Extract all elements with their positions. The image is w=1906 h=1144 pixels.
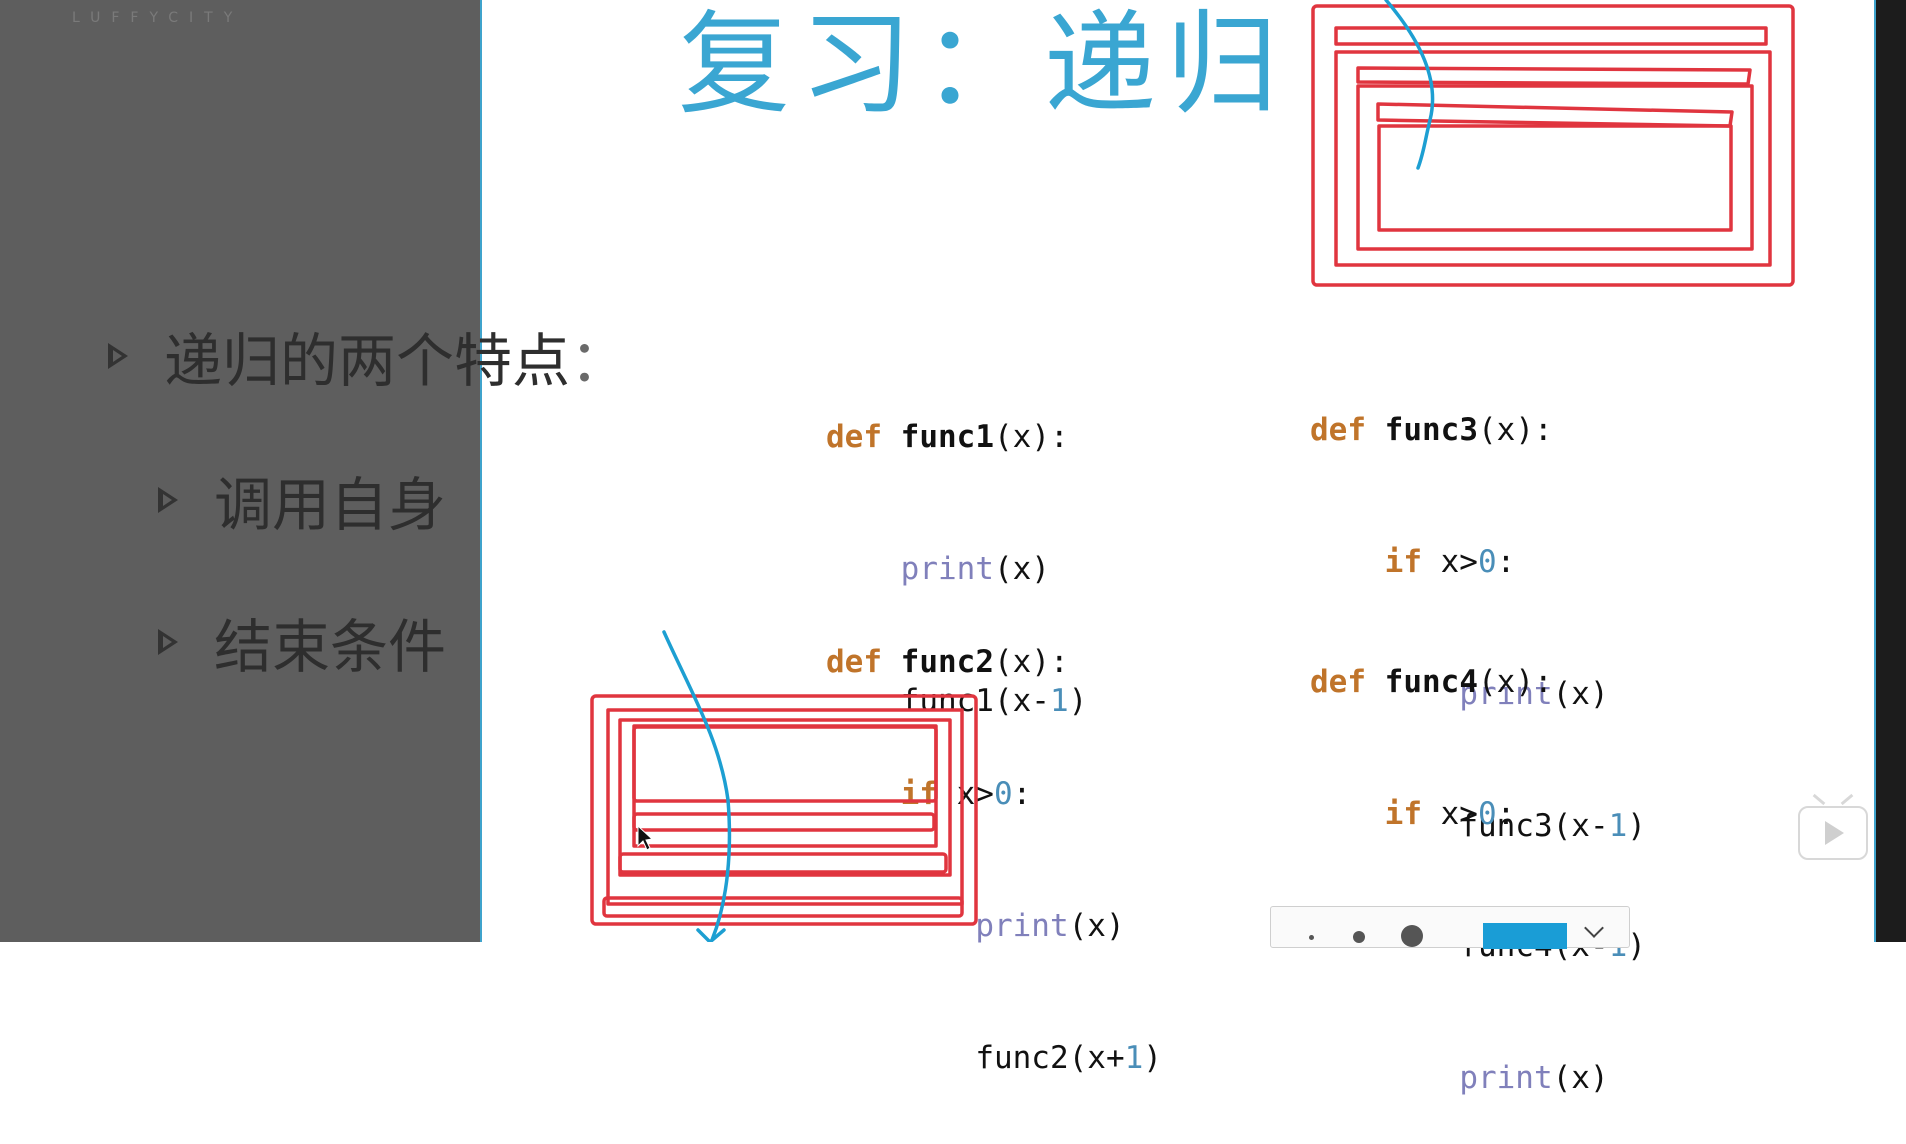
nested-box-11 xyxy=(632,724,938,848)
annotation-layer xyxy=(590,0,1795,942)
number-literal: 1 xyxy=(1124,1040,1144,1076)
play-button[interactable] xyxy=(1798,793,1868,860)
recursion-arrow-bottom xyxy=(662,630,732,942)
nested-box-12 xyxy=(632,725,938,803)
nested-box-13 xyxy=(632,812,936,832)
pen-color-swatch[interactable] xyxy=(1483,923,1567,949)
nested-box-5 xyxy=(1334,26,1768,46)
nested-box-8 xyxy=(590,694,978,926)
nested-box-1 xyxy=(1311,4,1795,287)
call-close: ) xyxy=(1143,1040,1162,1076)
recursive-call: func2(x+ xyxy=(975,1040,1125,1076)
pen-size-large-button[interactable] xyxy=(1401,925,1423,947)
nested-box-15 xyxy=(602,896,964,918)
arrow-head-icon xyxy=(696,928,726,942)
print-args: (x) xyxy=(1552,1060,1609,1096)
builtin-print: print xyxy=(1459,1060,1553,1096)
nested-box-4 xyxy=(1377,124,1733,232)
chevron-down-icon[interactable] xyxy=(1584,918,1604,938)
nested-box-10 xyxy=(618,718,952,877)
nested-box-6 xyxy=(1356,66,1752,86)
pen-size-medium-button[interactable] xyxy=(1353,931,1365,943)
nested-box-14 xyxy=(618,852,948,874)
pen-size-small-button[interactable] xyxy=(1309,935,1314,940)
